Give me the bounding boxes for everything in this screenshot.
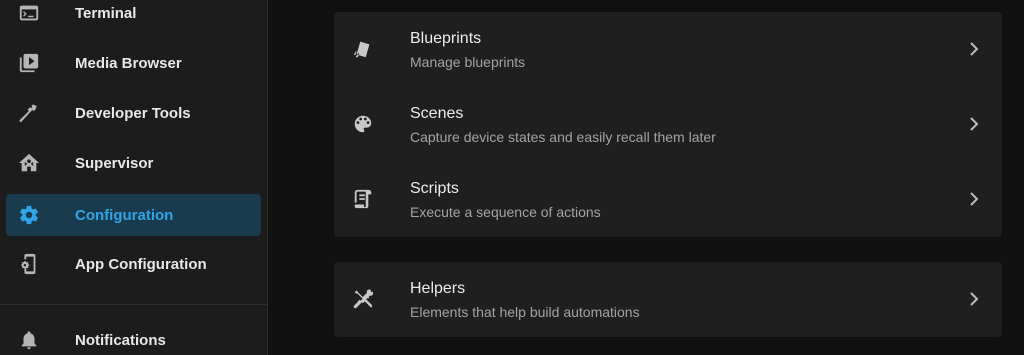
sidebar-item-label: Terminal	[75, 4, 137, 22]
sidebar-item-app-configuration[interactable]: App Configuration	[6, 243, 261, 285]
list-item-scenes[interactable]: Scenes Capture device states and easily …	[334, 87, 1002, 162]
sidebar-item-configuration[interactable]: Configuration	[6, 194, 261, 236]
chevron-right-icon	[968, 291, 980, 307]
item-description: Manage blueprints	[410, 54, 526, 70]
chevron-right-icon	[968, 41, 980, 57]
item-title: Scenes	[410, 105, 464, 122]
palette-icon	[351, 112, 375, 136]
sidebar-item-label: Supervisor	[75, 154, 154, 172]
sidebar-item-label: Configuration	[75, 206, 174, 224]
bell-icon	[16, 328, 42, 352]
sidebar-item-label: Notifications	[75, 331, 166, 349]
item-description: Execute a sequence of actions	[410, 204, 601, 220]
chevron-right-icon	[968, 191, 980, 207]
script-icon	[351, 187, 375, 211]
blueprint-icon	[351, 37, 375, 61]
chevron-right-icon	[968, 116, 980, 132]
sidebar: Terminal Media Browser Developer Tools S…	[0, 0, 268, 355]
tools-icon	[351, 287, 375, 311]
phone-settings-icon	[16, 252, 42, 276]
sidebar-divider	[0, 304, 268, 305]
item-description: Capture device states and easily recall …	[410, 129, 716, 145]
configuration-card-helpers: Helpers Elements that help build automat…	[334, 262, 1002, 337]
item-title: Scripts	[410, 180, 459, 197]
sidebar-item-label: Media Browser	[75, 54, 182, 72]
gear-icon	[16, 203, 42, 227]
item-title: Helpers	[410, 280, 466, 297]
configuration-card-automations: Blueprints Manage blueprints Scenes Capt…	[334, 12, 1002, 237]
hammer-icon	[16, 101, 42, 125]
supervisor-home-icon	[16, 151, 42, 175]
terminal-icon	[16, 1, 42, 25]
list-item-blueprints[interactable]: Blueprints Manage blueprints	[334, 12, 1002, 87]
media-browser-icon	[16, 51, 42, 75]
item-title: Blueprints	[410, 30, 482, 47]
sidebar-item-label: Developer Tools	[75, 104, 191, 122]
list-item-helpers[interactable]: Helpers Elements that help build automat…	[334, 262, 1002, 337]
sidebar-item-label: App Configuration	[75, 255, 207, 273]
sidebar-item-notifications[interactable]: Notifications	[6, 319, 261, 355]
list-item-scripts[interactable]: Scripts Execute a sequence of actions	[334, 162, 1002, 237]
item-description: Elements that help build automations	[410, 304, 640, 320]
sidebar-item-media-browser[interactable]: Media Browser	[6, 42, 261, 84]
sidebar-item-developer-tools[interactable]: Developer Tools	[6, 92, 261, 134]
sidebar-item-terminal[interactable]: Terminal	[6, 0, 261, 34]
sidebar-item-supervisor[interactable]: Supervisor	[6, 142, 261, 184]
